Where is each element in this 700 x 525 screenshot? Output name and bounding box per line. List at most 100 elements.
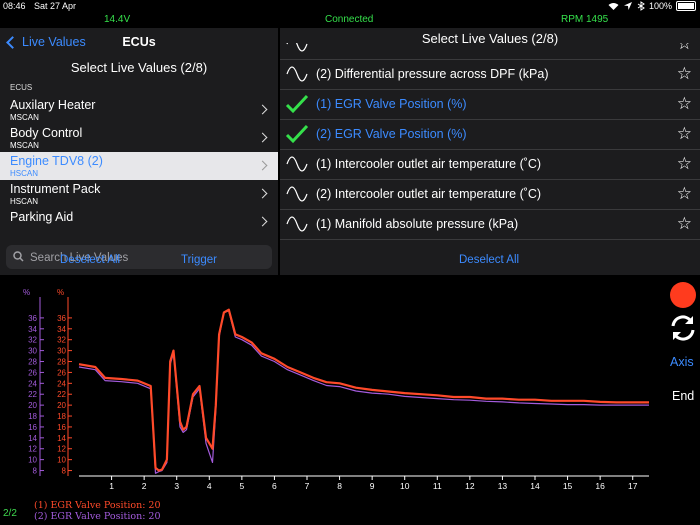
ecu-item[interactable]: Instrument Pack HSCAN xyxy=(0,180,278,208)
y-tick-label-2: 36 xyxy=(28,314,37,323)
star-icon[interactable]: ☆ xyxy=(677,95,692,112)
live-value-row[interactable]: (2) Differential pressure across DPF (kP… xyxy=(280,59,700,90)
live-value-label: (2) EGR Valve Position (%) xyxy=(316,127,467,141)
chevron-right-icon xyxy=(257,104,268,115)
axis-button[interactable]: Axis xyxy=(670,355,694,369)
y-tick-label-1: 28 xyxy=(57,358,66,367)
star-icon[interactable]: ☆ xyxy=(677,155,692,172)
ecu-name: Instrument Pack xyxy=(10,182,101,196)
status-bar: 08:46 Sat 27 Apr 100% xyxy=(0,0,700,14)
y-axis-unit-2: % xyxy=(23,288,30,297)
ecu-name: Parking Aid xyxy=(10,210,74,224)
ecu-panel-title: ECUs xyxy=(122,35,156,49)
x-tick-label: 3 xyxy=(174,481,179,491)
checkmark-icon xyxy=(285,124,309,144)
y-tick-label-1: 22 xyxy=(57,390,66,399)
star-icon[interactable]: ☆ xyxy=(677,215,692,232)
sine-wave-icon xyxy=(286,66,308,82)
x-tick-label: 11 xyxy=(433,481,442,491)
chevron-right-icon xyxy=(257,160,268,171)
y-tick-label-2: 30 xyxy=(28,347,37,356)
ecu-bus: HSCAN xyxy=(10,197,39,206)
live-value-row[interactable]: (1) EGR Valve Position (%) ☆ xyxy=(280,89,700,120)
star-icon[interactable]: ☆ xyxy=(677,125,692,142)
y-tick-label-2: 12 xyxy=(28,445,37,454)
deselect-all-values-button[interactable]: Deselect All xyxy=(459,254,519,266)
ecu-bus: HSCAN xyxy=(10,169,39,178)
ecu-item[interactable]: Engine TDV8 (2) HSCAN xyxy=(0,152,278,180)
search-bar[interactable] xyxy=(6,245,272,269)
ecu-name: Auxilary Heater xyxy=(10,98,96,112)
info-bar: 14.4V Connected RPM 1495 xyxy=(0,13,700,27)
voltage-readout: 14.4V xyxy=(104,14,131,25)
series-line-2 xyxy=(78,310,649,474)
live-value-row[interactable]: (2) EGR Valve Position (%) ☆ xyxy=(280,119,700,150)
live-values-title: Select Live Values (2/8) xyxy=(421,31,559,46)
y-tick-label-2: 34 xyxy=(28,325,37,334)
ecu-panel: Live Values ECUs Select Live Values (2/8… xyxy=(0,28,278,275)
x-tick-label: 9 xyxy=(370,481,375,491)
end-button[interactable]: End xyxy=(672,389,694,403)
x-tick-label: 4 xyxy=(207,481,212,491)
y-tick-label-1: 18 xyxy=(57,412,66,421)
y-tick-label-1: 10 xyxy=(57,456,66,465)
y-tick-label-1: 26 xyxy=(57,368,66,377)
star-icon[interactable]: ☆ xyxy=(677,185,692,202)
x-tick-label: 5 xyxy=(239,481,244,491)
live-value-label: (1) EGR Valve Position (%) xyxy=(316,97,467,111)
ecu-bus: MSCAN xyxy=(10,141,39,150)
trigger-button[interactable]: Trigger xyxy=(181,254,217,266)
star-icon[interactable]: ☆ xyxy=(677,65,692,82)
live-value-row[interactable]: (2) Intercooler outlet air temperature (… xyxy=(280,179,700,210)
chevron-right-icon xyxy=(257,132,268,143)
legend-series-2: (2) EGR Valve Position: 20 xyxy=(34,511,161,522)
x-tick-label: 15 xyxy=(563,481,573,491)
y-tick-label-1: 8 xyxy=(62,467,67,476)
x-tick-label: 14 xyxy=(530,481,540,491)
ecu-item[interactable]: Body Control MSCAN xyxy=(0,124,278,152)
deselect-all-ecus-button[interactable]: Deselect All xyxy=(60,254,120,266)
ecu-item[interactable]: Auxilary Heater MSCAN xyxy=(0,96,278,124)
x-tick-label: 8 xyxy=(337,481,342,491)
ecu-item[interactable]: Parking Aid xyxy=(0,208,278,236)
y-tick-label-2: 18 xyxy=(28,412,37,421)
live-values-list: ☆ (2) Differential pressure across DPF (k… xyxy=(280,43,700,258)
x-tick-label: 2 xyxy=(142,481,147,491)
search-icon xyxy=(13,251,24,262)
live-values-panel: ☆ (2) Differential pressure across DPF (k… xyxy=(280,28,700,275)
y-tick-label-1: 36 xyxy=(57,314,66,323)
select-live-values-title: Select Live Values (2/8) xyxy=(70,60,208,75)
y-tick-label-1: 24 xyxy=(57,379,66,388)
legend-series-1: (1) EGR Valve Position: 20 xyxy=(34,500,161,511)
checkmark-icon xyxy=(285,94,309,114)
location-icon xyxy=(623,2,632,10)
y-tick-label-2: 20 xyxy=(28,401,37,410)
series-line-1 xyxy=(78,308,649,472)
live-value-row[interactable]: (1) Manifold absolute pressure (kPa) ☆ xyxy=(280,209,700,240)
x-tick-label: 6 xyxy=(272,481,277,491)
x-tick-label: 16 xyxy=(595,481,605,491)
y-axis-unit-1: % xyxy=(57,288,64,297)
sine-wave-icon xyxy=(286,156,308,172)
y-tick-label-1: 30 xyxy=(57,347,66,356)
live-value-label: (1) Intercooler outlet air temperature (… xyxy=(316,157,542,171)
refresh-icon[interactable] xyxy=(667,312,699,344)
live-value-label: (2) Intercooler outlet air temperature (… xyxy=(316,187,542,201)
x-tick-label: 17 xyxy=(628,481,638,491)
x-tick-label: 13 xyxy=(498,481,508,491)
y-tick-label-1: 34 xyxy=(57,325,66,334)
status-right: 100% xyxy=(608,1,696,11)
y-tick-label-2: 16 xyxy=(28,423,37,432)
chevron-right-icon xyxy=(257,188,268,199)
wifi-icon xyxy=(608,3,619,10)
y-tick-label-1: 20 xyxy=(57,401,66,410)
y-tick-label-2: 10 xyxy=(28,456,37,465)
record-button[interactable] xyxy=(670,282,696,308)
page-indicator: 2/2 xyxy=(3,508,17,519)
ecu-name: Body Control xyxy=(10,126,83,140)
x-tick-label: 10 xyxy=(400,481,410,491)
live-value-row[interactable]: (1) Intercooler outlet air temperature (… xyxy=(280,149,700,180)
connection-status: Connected xyxy=(325,14,374,25)
y-tick-label-1: 14 xyxy=(57,434,66,443)
y-tick-label-1: 16 xyxy=(57,423,66,432)
